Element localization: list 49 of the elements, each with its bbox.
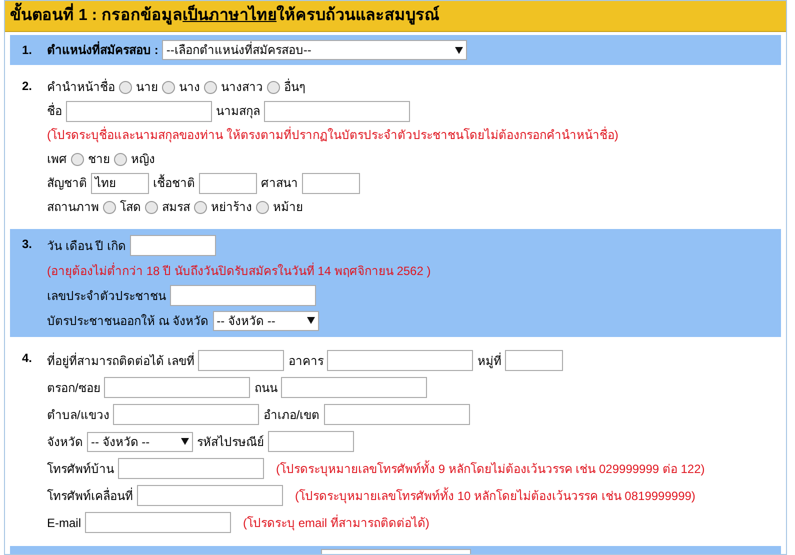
radio-label: หม้าย [273, 199, 303, 215]
field-label: เพศ [47, 151, 67, 167]
dropdown[interactable]: -- จังหวัด -- [212, 310, 319, 330]
radio-label: หย่าร้าง [211, 199, 252, 215]
radio-label: ชาย [88, 151, 110, 167]
heading-text: ให้ครบถ้วนและสมบูรณ์ [276, 6, 440, 26]
field-label: บัตรประชาชนออกให้ ณ จังหวัด [47, 312, 209, 328]
underlined-heading-text: เป็นภาษาไทย [182, 6, 277, 26]
radio-label: นาย [136, 79, 158, 95]
field-label: ถนน [254, 380, 278, 396]
field-label: ศาสนา [261, 175, 298, 191]
field-label: อาคาร [288, 352, 324, 368]
field-label: ที่อยู่ที่สามารถติดต่อได้ เลขที่ [47, 352, 194, 368]
hint-text: (โปรดระบุหมายเลขโทรศัพท์ทั้ง 10 หลักโดยไม่ต้องเว้นวรรค เช่น 0819999999) [295, 488, 696, 504]
dropdown[interactable]: -- จังหวัด -- [87, 432, 193, 452]
radio-label: อื่นๆ [284, 79, 305, 95]
field-label: ชื่อ [47, 103, 62, 119]
field-label: เชื้อชาติ [153, 175, 195, 191]
field-label: รหัสไปรษณีย์ [197, 434, 264, 450]
field-label: อำเภอ/เขต [263, 406, 320, 422]
hint-text: (อายุต้องไม่ต่ำกว่า 18 ปี นับถึงวันปิดรับสมัครในวันที่ 14 พฤศจิกายน 2562 ) [47, 262, 431, 278]
radio-label: นาง [179, 79, 200, 95]
field-label: โทรศัพท์บ้าน [47, 460, 114, 476]
section-number: 2. [21, 78, 34, 95]
field-label: หมู่ที่ [477, 352, 502, 368]
section-number: 3. [21, 236, 34, 253]
field-label: ตำบล/แขวง [47, 406, 110, 422]
field-label: สัญชาติ [47, 175, 87, 191]
field-label: สถานภาพ [47, 199, 99, 215]
field-label: นามสกุล [216, 103, 260, 119]
radio-label: โสด [120, 199, 141, 215]
radio-label: สมรส [162, 199, 190, 215]
field-label: จังหวัด [47, 434, 83, 450]
field-label: เลขประจำตัวประชาชน [47, 288, 166, 304]
radio-label: นางสาว [221, 79, 263, 95]
radio-label: หญิง [131, 151, 155, 167]
field-label: คำนำหน้าชื่อ [47, 79, 115, 95]
hint-text: (โปรดระบุหมายเลขโทรศัพท์ทั้ง 9 หลักโดยไม่ต้องเว้นวรรค เช่น 029999999 ต่อ 122) [276, 460, 705, 476]
input-field[interactable]: ไทย [91, 172, 149, 194]
dropdown[interactable]: --เลือกตำแหน่งที่สมัครสอบ-- [162, 40, 468, 60]
section-number: 1. [21, 42, 34, 59]
field-label: วัน เดือน ปี เกิด [47, 238, 126, 254]
field-label: โทรศัพท์เคลื่อนที่ [47, 488, 133, 504]
hint-text: (โปรดระบุ email ที่สามารถติดต่อได้) [243, 514, 430, 530]
hint-text: (โปรดระบุชื่อและนามสกุลของท่าน ให้ตรงตามที่ปรากฏในบัตรประจำตัวประชาชนโดยไม่ต้องกรอกคำนำหน้าชื่อ) [47, 127, 618, 143]
field-label: E-mail [47, 514, 82, 530]
section-number: 4. [21, 350, 34, 367]
field-label: ตรอก/ซอย [47, 380, 100, 396]
field-label: ตำแหน่งที่สมัครสอบ : [47, 42, 158, 58]
